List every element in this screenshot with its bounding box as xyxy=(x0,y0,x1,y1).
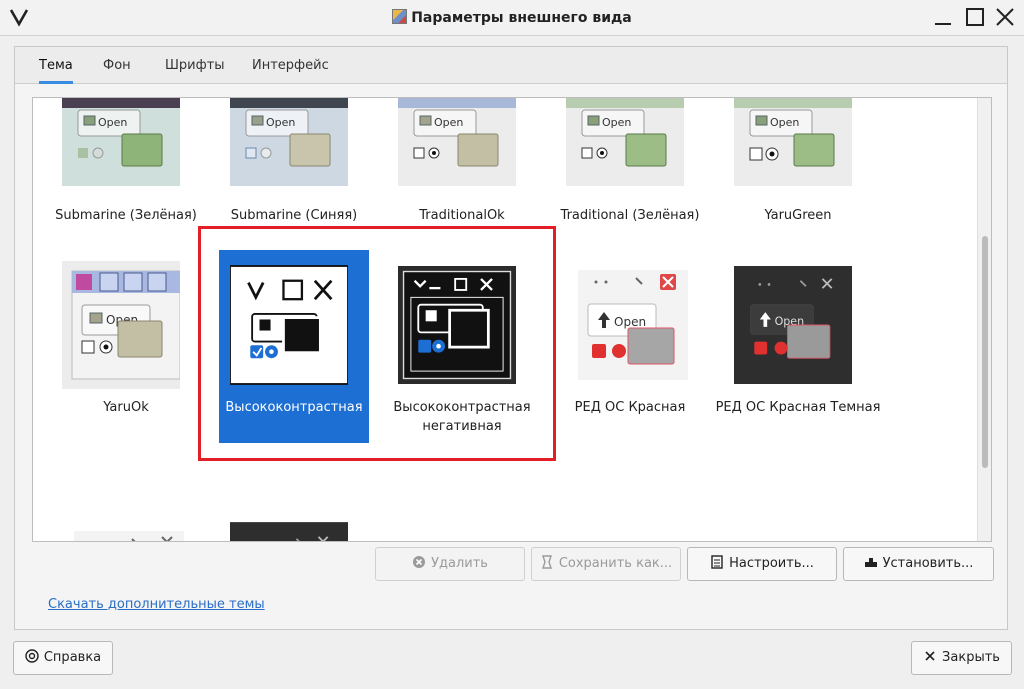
theme-thumb-traditional-ok[interactable]: Open xyxy=(398,97,516,186)
theme-label: Submarine (Зелёная) xyxy=(55,208,197,223)
theme-label: РЕД ОС Красная Темная xyxy=(715,400,881,415)
theme-thumb-partial-light[interactable]: Open xyxy=(70,531,188,542)
svg-text:Open: Open xyxy=(98,116,127,129)
theme-label: YaruOk xyxy=(103,400,149,415)
delete-button[interactable]: Удалить xyxy=(375,547,525,581)
save-icon xyxy=(541,555,552,569)
svg-text:Open: Open xyxy=(614,315,646,329)
svg-text:Open: Open xyxy=(266,116,295,129)
help-icon xyxy=(25,649,39,663)
title-bar: Параметры внешнего вида xyxy=(0,0,1024,36)
theme-grid: Open Submarine (Зелёная) Open Submarine … xyxy=(32,97,992,542)
close-icon[interactable] xyxy=(994,6,1016,28)
maximize-icon[interactable] xyxy=(964,6,986,28)
tab-bar: Тема Фон Шрифты Интерфейс xyxy=(15,47,1007,84)
theme-thumb-submarine-blue[interactable]: Open xyxy=(230,97,348,186)
save-as-button[interactable]: Сохранить как... xyxy=(531,547,681,581)
delete-icon xyxy=(413,556,426,568)
theme-thumb-submarine-green[interactable]: Open xyxy=(62,97,180,186)
appearance-icon xyxy=(392,9,408,24)
window-title: Параметры внешнего вида xyxy=(0,9,1024,26)
theme-thumb-red-os-dark[interactable]: Open xyxy=(734,261,852,389)
tab-background[interactable]: Фон xyxy=(103,47,131,84)
minimize-icon[interactable] xyxy=(932,6,954,28)
theme-label: TraditionalOk xyxy=(419,208,505,223)
tab-interface[interactable]: Интерфейс xyxy=(252,47,329,84)
install-button[interactable]: Установить... xyxy=(843,547,994,581)
customize-button[interactable]: Настроить... xyxy=(687,547,837,581)
dialog-content: Тема Фон Шрифты Интерфейс Open Submarine… xyxy=(14,46,1008,630)
svg-text:Open: Open xyxy=(602,116,631,129)
theme-label-selected: Высококонтрастная xyxy=(225,400,363,415)
install-icon xyxy=(864,558,877,567)
download-themes-link[interactable]: Скачать дополнительные темы xyxy=(48,597,265,612)
theme-label: YaruGreen xyxy=(764,208,832,223)
theme-thumb-partial-dark[interactable]: Open xyxy=(230,519,348,542)
theme-thumb-traditional-green[interactable]: Open xyxy=(566,97,684,186)
vertical-scrollbar[interactable] xyxy=(977,98,991,541)
theme-thumb-yaru-green[interactable]: Open xyxy=(734,97,852,186)
customize-icon xyxy=(711,555,723,569)
tab-fonts[interactable]: Шрифты xyxy=(165,47,225,84)
theme-thumb-red-os[interactable]: Open xyxy=(574,270,692,380)
tab-theme[interactable]: Тема xyxy=(39,47,73,84)
close-small-icon xyxy=(925,651,935,661)
theme-label: Traditional (Зелёная) xyxy=(560,208,700,223)
theme-label: Высококонтрастная негативная xyxy=(393,400,531,434)
theme-label: РЕД ОС Красная xyxy=(574,400,686,415)
help-button[interactable]: Справка xyxy=(13,641,113,675)
theme-label: Submarine (Синяя) xyxy=(230,208,358,223)
theme-thumb-high-contrast-negative[interactable] xyxy=(398,261,516,389)
svg-text:Open: Open xyxy=(434,116,463,129)
scrollbar-thumb[interactable] xyxy=(982,236,988,468)
svg-text:Open: Open xyxy=(770,116,799,129)
theme-thumb-high-contrast[interactable] xyxy=(230,261,348,389)
theme-thumb-yaru-ok[interactable]: Open xyxy=(62,261,180,389)
close-button[interactable]: Закрыть xyxy=(911,641,1012,675)
